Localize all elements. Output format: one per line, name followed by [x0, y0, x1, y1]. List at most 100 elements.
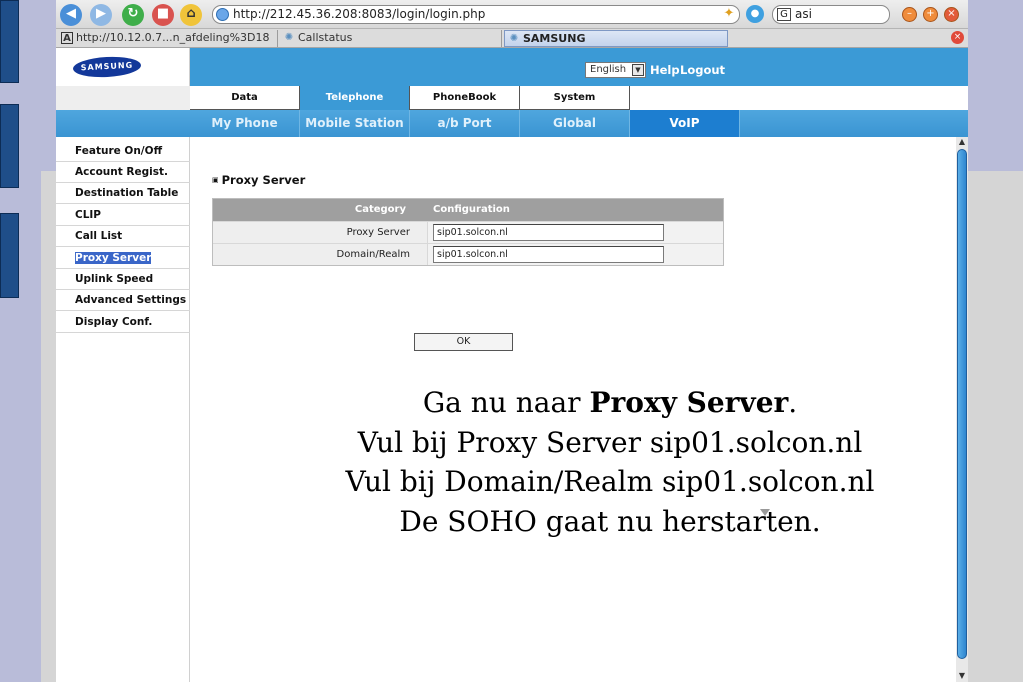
- main-tabs: Data Telephone PhoneBook System: [56, 86, 968, 110]
- sidebar-item-uplink-speed[interactable]: Uplink Speed: [56, 269, 190, 290]
- subtab-mobile-station[interactable]: Mobile Station: [300, 110, 410, 137]
- close-window-icon[interactable]: ×: [944, 7, 959, 22]
- slide-decoration-block: [0, 104, 19, 188]
- sidebar-item-label: Advanced Settings: [75, 294, 187, 306]
- row-label: Domain/Realm: [213, 244, 427, 265]
- bullet-icon: ▣: [212, 176, 219, 184]
- bulb-icon: ✺: [284, 32, 294, 43]
- tab-system[interactable]: System: [520, 86, 630, 110]
- section-title-text: Proxy Server: [221, 173, 306, 187]
- scrollbar[interactable]: ▲ ▼: [956, 137, 968, 682]
- minimize-icon[interactable]: –: [902, 7, 917, 22]
- logout-link[interactable]: Logout: [680, 63, 725, 77]
- sidebar-item-call-list[interactable]: Call List: [56, 226, 190, 247]
- sidebar-item-destination-table[interactable]: Destination Table: [56, 183, 190, 204]
- back-icon[interactable]: ◀: [60, 4, 82, 26]
- row-value-cell: sip01.solcon.nl: [427, 222, 723, 243]
- header-configuration: Configuration: [433, 204, 510, 215]
- row-value-cell: sip01.solcon.nl: [427, 244, 723, 265]
- browser-window: ◀ ▶ ↻ ■ ⌂ http://212.45.36.208:8083/logi…: [56, 0, 968, 682]
- table-header: Category Configuration: [213, 199, 723, 221]
- sidebar-item-label: Account Regist.: [75, 166, 168, 178]
- ok-button[interactable]: OK: [414, 333, 513, 351]
- scroll-down-icon[interactable]: ▼: [956, 671, 968, 681]
- bulb-icon: ✺: [509, 33, 519, 44]
- search-text: asi: [795, 7, 812, 21]
- sidebar-item-label: Destination Table: [75, 187, 179, 199]
- reload-icon[interactable]: ↻: [122, 4, 144, 26]
- browser-toolbar: ◀ ▶ ↻ ■ ⌂ http://212.45.36.208:8083/logi…: [56, 0, 968, 29]
- header-category: Category: [354, 204, 406, 215]
- instruction-line-1: Ga nu naar Proxy Server.: [300, 383, 920, 423]
- language-select[interactable]: English ▼: [585, 62, 646, 78]
- sidebar-item-advanced-settings[interactable]: Advanced Settings: [56, 290, 190, 311]
- subtab-global[interactable]: Global: [520, 110, 630, 137]
- sidebar-item-proxy-server[interactable]: Proxy Server: [56, 248, 190, 269]
- go-icon[interactable]: ●: [746, 5, 764, 23]
- sidebar-item-label: Proxy Server: [75, 252, 152, 264]
- subtab-my-phone[interactable]: My Phone: [190, 110, 300, 137]
- sidebar-item-display-conf[interactable]: Display Conf.: [56, 312, 190, 333]
- browser-tab-1[interactable]: A http://10.12.0.7...n_afdeling%3D18: [58, 30, 278, 47]
- browser-tab-label: Callstatus: [298, 31, 353, 44]
- subtab-ab-port[interactable]: a/b Port: [410, 110, 520, 137]
- scroll-up-icon[interactable]: ▲: [956, 137, 968, 147]
- table-row: Domain/Realm sip01.solcon.nl: [213, 243, 723, 265]
- sidebar-item-label: Call List: [75, 230, 123, 242]
- instruction-text: Ga nu naar: [422, 386, 590, 419]
- forward-icon[interactable]: ▶: [90, 4, 112, 26]
- maximize-icon[interactable]: +: [923, 7, 938, 22]
- mouse-cursor-icon: [760, 509, 770, 516]
- close-tab-icon[interactable]: ×: [951, 31, 964, 44]
- help-link[interactable]: Help: [650, 63, 680, 77]
- url-bar[interactable]: http://212.45.36.208:8083/login/login.ph…: [212, 5, 740, 24]
- home-icon[interactable]: ⌂: [180, 4, 202, 26]
- configuration-table: Category Configuration Proxy Server sip0…: [212, 198, 724, 266]
- instruction-line-4: De SOHO gaat nu herstarten.: [399, 504, 821, 538]
- search-engine-icon: G: [777, 8, 791, 21]
- bookmark-star-icon[interactable]: ✦: [720, 5, 738, 23]
- search-input[interactable]: G asi: [772, 5, 890, 24]
- sidebar-menu: Feature On/Off Account Regist. Destinati…: [56, 137, 190, 682]
- sidebar-item-feature-on-off[interactable]: Feature On/Off: [56, 141, 190, 162]
- sidebar-item-account-regist[interactable]: Account Regist.: [56, 162, 190, 183]
- browser-tab-3[interactable]: ✺ SAMSUNG: [504, 30, 728, 47]
- language-value: English: [590, 64, 627, 75]
- sidebar-item-clip[interactable]: CLIP: [56, 205, 190, 226]
- browser-tab-label: http://10.12.0.7...n_afdeling%3D18: [76, 31, 270, 44]
- sidebar-item-label: Feature On/Off: [75, 145, 163, 157]
- sub-tabs: My Phone Mobile Station a/b Port Global …: [56, 110, 968, 137]
- main-tabs-spacer: [56, 86, 190, 110]
- tab-telephone[interactable]: Telephone: [300, 86, 410, 110]
- section-title: ▣ Proxy Server: [212, 173, 305, 187]
- slide-decoration-block: [0, 0, 19, 83]
- header-bar: English ▼ Help Logout: [190, 48, 968, 86]
- site-a-icon: A: [61, 32, 73, 44]
- chevron-down-icon: ▼: [632, 64, 644, 76]
- sidebar-item-label: Display Conf.: [75, 316, 153, 328]
- instruction-line-3: Vul bij Domain/Realm sip01.solcon.nl: [345, 465, 875, 498]
- sidebar-item-label: Uplink Speed: [75, 273, 154, 285]
- tab-phonebook[interactable]: PhoneBook: [410, 86, 520, 110]
- browser-tab-strip: A http://10.12.0.7...n_afdeling%3D18 ✺ C…: [56, 29, 968, 48]
- samsung-web-page: SAMSUNG English ▼ Help Logout Data Telep…: [56, 48, 968, 682]
- url-text: http://212.45.36.208:8083/login/login.ph…: [233, 7, 486, 21]
- samsung-logo: SAMSUNG: [72, 55, 142, 79]
- table-row: Proxy Server sip01.solcon.nl: [213, 221, 723, 243]
- proxy-server-input[interactable]: sip01.solcon.nl: [433, 224, 664, 241]
- globe-icon: [216, 8, 229, 21]
- subtab-voip[interactable]: VoIP: [630, 110, 740, 137]
- instruction-line-2: Vul bij Proxy Server sip01.solcon.nl: [357, 425, 863, 459]
- instruction-text: .: [788, 386, 798, 419]
- domain-realm-input[interactable]: sip01.solcon.nl: [433, 246, 664, 263]
- slide-decoration-block: [0, 213, 19, 298]
- logo-area: SAMSUNG: [56, 48, 190, 86]
- row-label: Proxy Server: [213, 222, 427, 243]
- sidebar-item-label: CLIP: [75, 209, 101, 221]
- scrollbar-thumb[interactable]: [957, 149, 967, 659]
- browser-tab-2[interactable]: ✺ Callstatus: [280, 30, 502, 47]
- tab-data[interactable]: Data: [190, 86, 300, 110]
- stop-icon[interactable]: ■: [152, 4, 174, 26]
- slide-instructions: Ga nu naar Proxy Server. Vul bij Proxy S…: [300, 383, 920, 541]
- instruction-bold-text: Proxy Server: [589, 386, 789, 419]
